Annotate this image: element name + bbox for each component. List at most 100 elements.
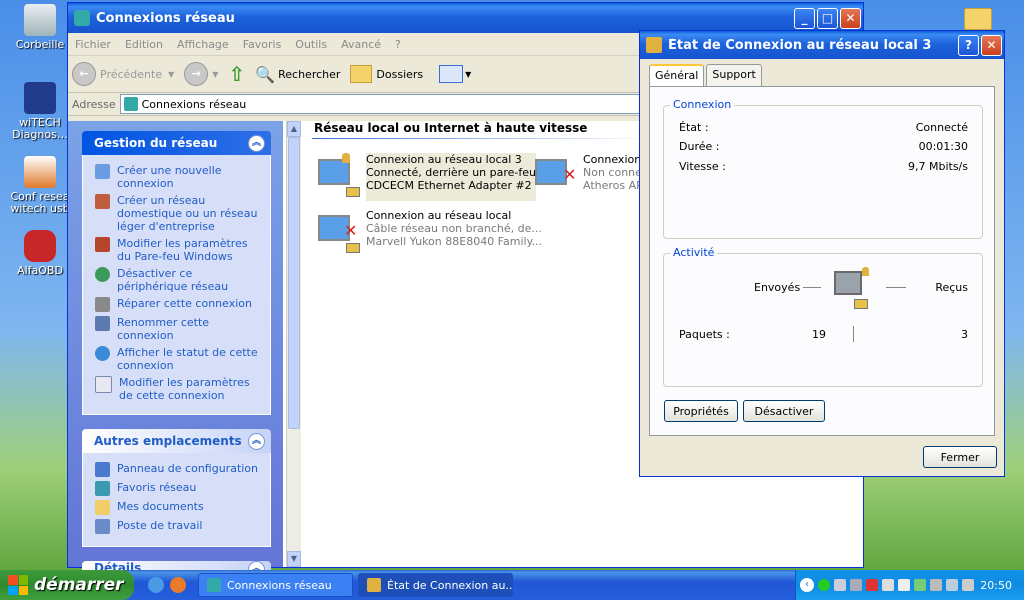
menu-fichier[interactable]: Fichier: [68, 38, 118, 51]
task-status[interactable]: Afficher le statut de cette connexion: [95, 346, 264, 372]
connection-item-local[interactable]: ✕ Connexion au réseau local Câble réseau…: [316, 209, 542, 257]
error-x-icon: ✕: [563, 165, 577, 184]
task-panel-header[interactable]: Autres emplacements ︽: [82, 429, 271, 453]
tray-car-icon[interactable]: [898, 579, 910, 591]
search-button[interactable]: 🔍 Rechercher: [255, 65, 340, 84]
task-firewall[interactable]: Modifier les paramètres du Pare-feu Wind…: [95, 237, 264, 263]
taskbar: démarrer Connexions réseau État de Conne…: [0, 570, 1024, 600]
place-my-computer[interactable]: Poste de travail: [95, 519, 264, 534]
quick-launch-firefox-icon[interactable]: [170, 577, 186, 593]
menu-help[interactable]: ?: [388, 38, 408, 51]
help-button[interactable]: ?: [958, 34, 979, 56]
taskbar-item-label: État de Connexion au...: [387, 578, 513, 592]
menu-outils[interactable]: Outils: [288, 38, 334, 51]
tray-network-icon[interactable]: [834, 579, 846, 591]
dialog-titlebar[interactable]: État de Connexion au réseau local 3 ? ✕: [640, 31, 1004, 59]
desktop-icon-recycle-bin[interactable]: Corbeille: [8, 4, 72, 51]
properties-button[interactable]: Propriétés: [664, 400, 738, 422]
tray-usb-icon[interactable]: [930, 579, 942, 591]
computer-icon: [95, 519, 110, 534]
tray-clock[interactable]: 20:50: [980, 579, 1012, 592]
quick-launch-ie-icon[interactable]: [148, 577, 164, 593]
network-connection-icon: [316, 153, 360, 201]
dialog-title: État de Connexion au réseau local 3: [668, 37, 932, 53]
up-arrow-icon: ⇧: [228, 62, 246, 86]
chevron-down-icon[interactable]: ▼: [212, 70, 218, 79]
forward-arrow-icon: →: [184, 62, 209, 86]
back-button[interactable]: ← Précédente ▼: [72, 62, 174, 86]
status-icon: [95, 346, 110, 361]
network-icon: [646, 37, 662, 53]
maximize-button[interactable]: □: [817, 7, 838, 29]
start-button[interactable]: démarrer: [0, 570, 134, 600]
folders-button[interactable]: Dossiers: [350, 65, 423, 83]
menu-favoris[interactable]: Favoris: [236, 38, 289, 51]
tray-network-icon-2[interactable]: [850, 579, 862, 591]
chevron-down-icon[interactable]: ▼: [465, 70, 471, 79]
desktop-icon-conf-resea[interactable]: Conf resea witech usb: [8, 156, 72, 215]
menu-avance[interactable]: Avancé: [334, 38, 388, 51]
connection-device: CDCECM Ethernet Adapter #2: [366, 179, 532, 192]
place-label: Mes documents: [117, 500, 204, 513]
task-disable-device[interactable]: Désactiver ce périphérique réseau: [95, 267, 264, 293]
close-button[interactable]: ✕: [981, 34, 1002, 56]
task-rename[interactable]: Renommer cette connexion: [95, 316, 264, 342]
connection-item-wireless[interactable]: ✕ Connexion Non conne Atheros AR: [533, 153, 644, 201]
task-settings[interactable]: Modifier les paramètres de cette connexi…: [95, 376, 264, 402]
duration-label: Durée :: [679, 140, 720, 153]
menu-edition[interactable]: Edition: [118, 38, 170, 51]
place-control-panel[interactable]: Panneau de configuration: [95, 462, 264, 477]
activity-computer-icon: [832, 267, 872, 309]
tray-wireless-icon[interactable]: [946, 579, 958, 591]
place-my-documents[interactable]: Mes documents: [95, 500, 264, 515]
show-hidden-icons-icon[interactable]: ‹: [800, 578, 814, 592]
taskbar-item-status[interactable]: État de Connexion au...: [358, 573, 513, 597]
network-places-icon: [95, 481, 110, 496]
tab-support[interactable]: Support: [706, 64, 762, 87]
minimize-button[interactable]: _: [794, 7, 815, 29]
desktop-icon-label: Conf resea witech usb: [10, 190, 70, 215]
tray-status-icon[interactable]: [818, 579, 830, 591]
chevron-down-icon[interactable]: ▼: [168, 70, 174, 79]
wrench-icon: [95, 297, 110, 312]
taskbar-item-connexions[interactable]: Connexions réseau: [198, 573, 353, 597]
speed-value: 9,7 Mbits/s: [907, 160, 968, 173]
close-dialog-button[interactable]: Fermer: [923, 446, 997, 468]
desktop-icon-label: wiTECH Diagnos…: [12, 116, 68, 141]
desktop-icon-witech[interactable]: wiTECH Diagnos…: [8, 82, 72, 141]
views-button[interactable]: ▼: [439, 65, 471, 83]
task-repair[interactable]: Réparer cette connexion: [95, 297, 264, 312]
close-button[interactable]: ✕: [840, 7, 861, 29]
tray-sync-icon[interactable]: [914, 579, 926, 591]
task-label: Afficher le statut de cette connexion: [117, 346, 258, 372]
menu-affichage[interactable]: Affichage: [170, 38, 236, 51]
scroll-thumb[interactable]: [288, 137, 300, 429]
tray-computer-icon[interactable]: [962, 579, 974, 591]
desktop-icon-alfaobd[interactable]: AlfaOBD: [8, 230, 72, 277]
task-panel-body: Créer une nouvelle connexion Créer un ré…: [82, 155, 271, 415]
network-icon: [207, 578, 221, 592]
forward-button[interactable]: → ▼: [184, 62, 218, 86]
vertical-scrollbar[interactable]: ▲ ▼: [286, 121, 301, 567]
task-home-network[interactable]: Créer un réseau domestique ou un réseau …: [95, 194, 264, 233]
scroll-down-icon[interactable]: ▼: [287, 551, 301, 567]
task-new-connection[interactable]: Créer une nouvelle connexion: [95, 164, 264, 190]
connection-item-local-3[interactable]: Connexion au réseau local 3 Connecté, de…: [316, 153, 537, 201]
collapse-icon[interactable]: ︽: [248, 432, 265, 450]
collapse-icon[interactable]: ︽: [248, 134, 265, 152]
place-label: Panneau de configuration: [117, 462, 259, 475]
new-connection-icon: [95, 164, 110, 179]
place-network-places[interactable]: Favoris réseau: [95, 481, 264, 496]
disable-button[interactable]: Désactiver: [743, 400, 825, 422]
tray-device-icon[interactable]: [882, 579, 894, 591]
received-label: Reçus: [935, 281, 968, 294]
scroll-up-icon[interactable]: ▲: [287, 121, 301, 137]
folder-icon[interactable]: [964, 8, 992, 30]
window-titlebar[interactable]: Connexions réseau _ □ ✕: [68, 3, 863, 33]
home-network-icon: [95, 194, 110, 209]
tray-security-icon[interactable]: [866, 579, 878, 591]
up-folder-button[interactable]: ⇧: [228, 62, 245, 86]
task-panel-header[interactable]: Gestion du réseau ︽: [82, 131, 271, 155]
group-legend: Activité: [670, 246, 718, 259]
tab-general[interactable]: Général: [649, 64, 705, 87]
